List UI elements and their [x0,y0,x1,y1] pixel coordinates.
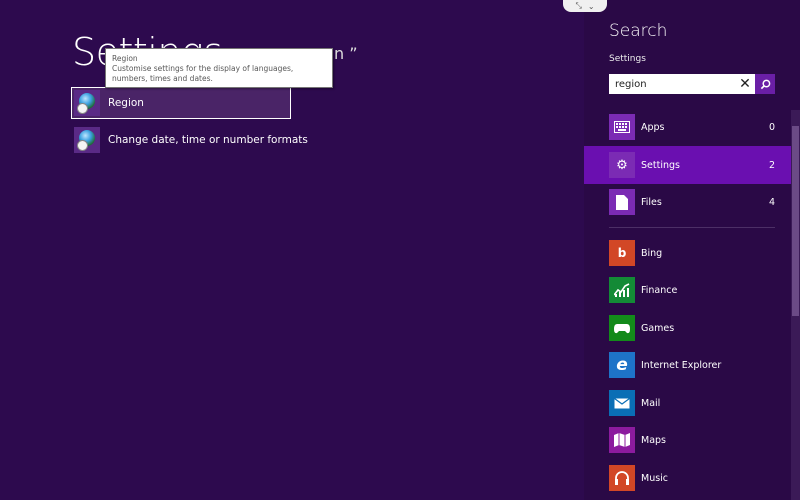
chevron-down-icon[interactable]: ⌄ [588,2,595,11]
app-mail[interactable]: Mail [584,388,791,418]
scope-label: Files [641,196,662,208]
scrollbar[interactable] [791,110,800,500]
pane-title: Search [609,21,668,41]
app-bing[interactable]: b Bing [584,238,791,268]
tooltip-title: Region [112,54,138,63]
app-label: Internet Explorer [641,359,722,371]
bing-icon: b [609,240,635,266]
map-icon [609,427,635,453]
file-icon [609,189,635,215]
result-change-formats[interactable]: Change date, time or number formats [72,125,308,155]
scope-count: 4 [768,196,775,208]
app-games[interactable]: Games [584,313,791,343]
result-label: Region [108,97,144,109]
scope-count: 0 [768,121,775,133]
scope-apps[interactable]: Apps 0 [584,108,791,146]
scope-label: Apps [641,121,665,133]
app-label: Music [641,472,669,484]
scope-files[interactable]: Files 4 [584,183,791,221]
region-globe-icon [74,127,100,153]
finance-chart-icon [609,277,635,303]
pane-grip[interactable]: ⤡ ⌄ [563,0,607,12]
tooltip-description: Customise settings for the display of la… [112,64,294,83]
search-icon[interactable] [755,74,775,94]
keyboard-icon [609,114,635,140]
search-box: ✕ [609,74,775,94]
app-label: Maps [641,434,666,446]
scope-count: 2 [768,159,775,171]
clear-icon[interactable]: ✕ [735,74,755,94]
app-label: Finance [641,284,678,296]
scrollbar-thumb[interactable] [792,126,799,316]
result-label: Change date, time or number formats [108,134,308,146]
app-label: Bing [641,247,663,259]
app-label: Games [641,322,675,334]
app-music[interactable]: Music [584,463,791,493]
app-internet-explorer[interactable]: e Internet Explorer [584,350,791,380]
headphones-icon [609,465,635,491]
scope-label: Settings [641,159,680,171]
search-input[interactable] [609,74,735,94]
gamepad-icon [609,315,635,341]
scope-settings[interactable]: ⚙ Settings 2 [584,146,791,184]
query-fragment-text: n ” [334,44,358,63]
mail-icon [609,390,635,416]
collapse-arrows-icon[interactable]: ⤡ [575,1,581,11]
internet-explorer-icon: e [609,352,635,378]
tooltip: Region Customise settings for the displa… [105,48,333,88]
pane-scope-label: Settings [609,54,646,64]
app-finance[interactable]: Finance [584,275,791,305]
region-globe-icon [74,90,100,116]
app-label: Mail [641,397,661,409]
result-region[interactable]: Region [71,87,291,119]
divider [609,227,775,228]
gear-icon: ⚙ [609,152,635,178]
app-maps[interactable]: Maps [584,425,791,455]
